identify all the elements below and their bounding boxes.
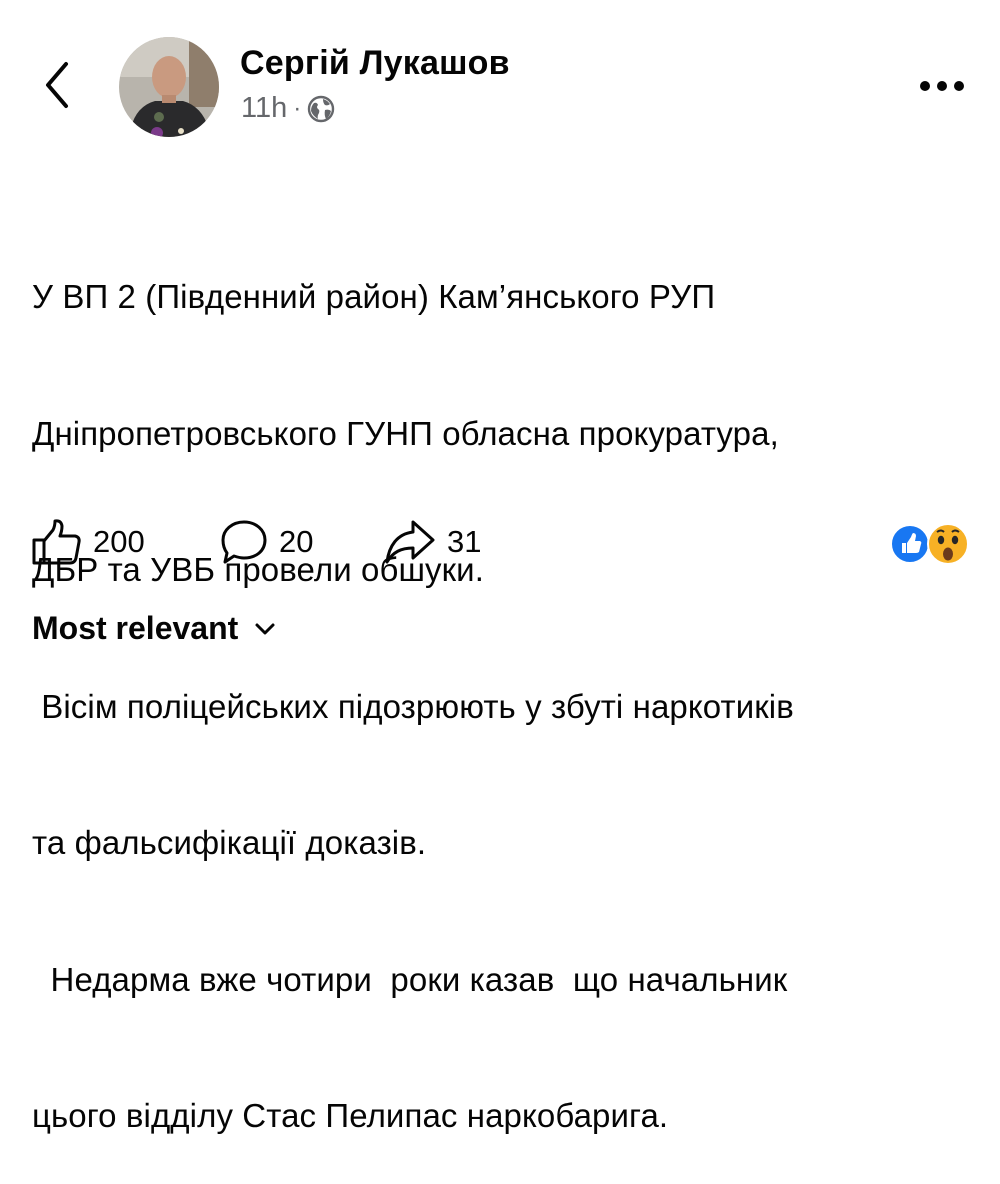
- comment-button[interactable]: 20: [219, 517, 313, 567]
- timestamp[interactable]: 11h: [241, 92, 287, 125]
- post-text-line: Дніпропетровського ГУНП обласна прокурат…: [32, 414, 779, 452]
- wow-reaction-icon: [927, 523, 969, 565]
- author-name[interactable]: Сергій Лукашов: [240, 44, 510, 83]
- post-text: У ВП 2 (Південний район) Кам’янського РУ…: [32, 183, 982, 1184]
- chevron-down-icon: [255, 623, 275, 634]
- post-text-line: У ВП 2 (Південний район) Кам’янського РУ…: [32, 278, 716, 315]
- comment-count: 20: [279, 524, 314, 559]
- like-icon: [32, 519, 81, 565]
- back-button[interactable]: [38, 58, 78, 112]
- comment-sort-dropdown[interactable]: Most relevant: [32, 610, 276, 647]
- like-reaction-icon: [890, 524, 930, 564]
- profile-photo: [119, 37, 219, 137]
- reactions-summary[interactable]: [890, 522, 976, 566]
- action-bar: 200 20 31: [31, 517, 971, 567]
- share-icon: [385, 520, 435, 564]
- post-text-line: цього відділу Стас Пелипас наркобарига.: [32, 1097, 669, 1134]
- globe-icon: [308, 95, 335, 122]
- chevron-left-icon: [46, 62, 68, 108]
- like-count: 200: [93, 524, 145, 559]
- comment-icon: [221, 520, 267, 564]
- more-options-icon: [920, 81, 964, 91]
- sort-label: Most relevant: [32, 610, 239, 646]
- post-text-line: Недарма вже чотири роки казав що начальн…: [32, 960, 788, 998]
- share-button[interactable]: 31: [383, 517, 481, 567]
- avatar[interactable]: [119, 37, 219, 137]
- post-text-line: Вісім поліцейських підозрюють у збуті на…: [32, 687, 794, 725]
- post-text-line: та фальсифікації доказів.: [32, 824, 427, 861]
- share-count: 31: [447, 524, 482, 559]
- like-button[interactable]: 200: [31, 517, 145, 567]
- separator: ·: [293, 94, 302, 122]
- post-meta: 11h ·: [241, 92, 335, 125]
- more-options-button[interactable]: [918, 76, 966, 96]
